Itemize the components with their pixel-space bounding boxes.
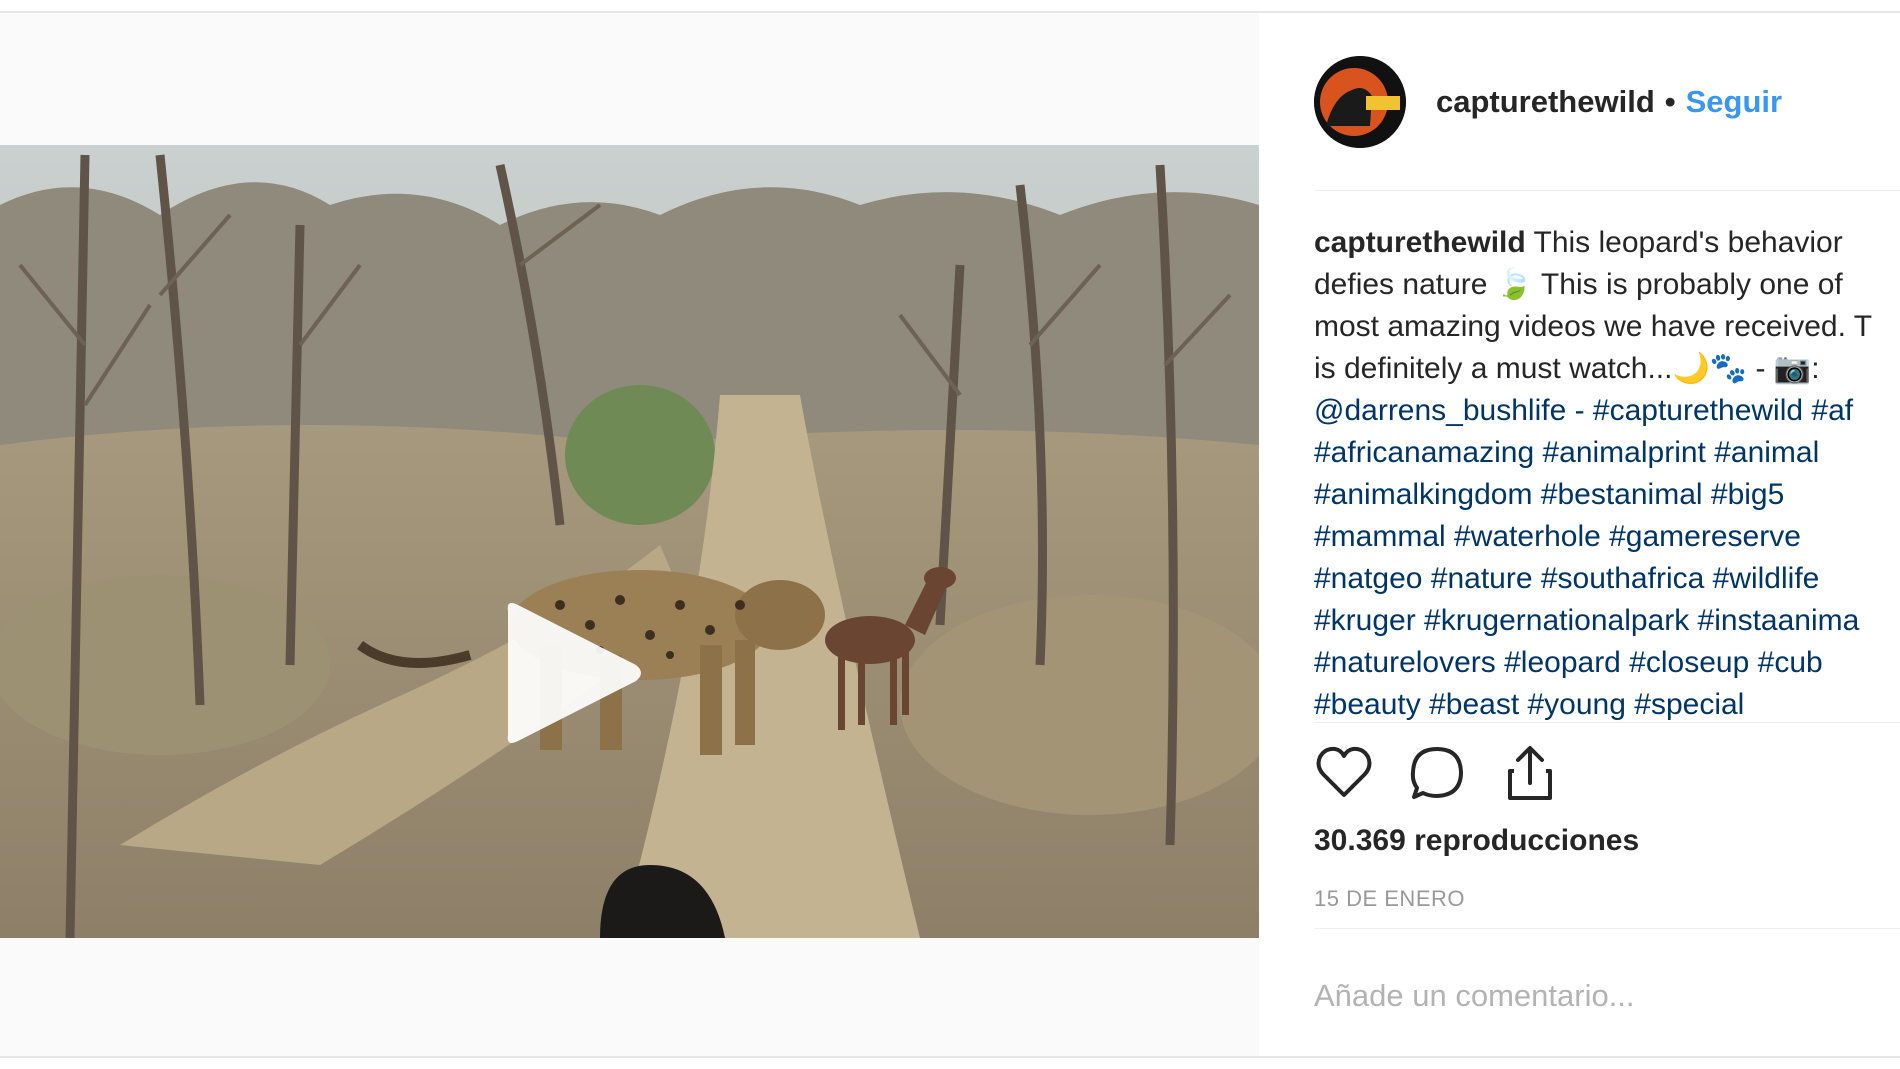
action-bar bbox=[1314, 742, 1593, 804]
share-icon[interactable] bbox=[1500, 743, 1560, 803]
header-dot-separator: • bbox=[1664, 84, 1676, 119]
video-player[interactable] bbox=[0, 145, 1259, 938]
avatar-image bbox=[1314, 56, 1406, 148]
caption-username-link[interactable]: capturethewild bbox=[1314, 226, 1526, 259]
post-date[interactable]: 15 DE ENERO bbox=[1314, 886, 1465, 912]
follow-button[interactable]: Seguir bbox=[1686, 84, 1782, 120]
caption-hashtag-line[interactable]: #natgeo #nature #southafrica #wildlife bbox=[1314, 558, 1900, 600]
comment-input[interactable] bbox=[1314, 968, 1900, 1024]
caption-hashtag-line[interactable]: @darrens_bushlife - #capturethewild #af bbox=[1314, 390, 1900, 432]
caption-line: most amazing videos we have received. T bbox=[1314, 310, 1873, 343]
caption-hashtag-line[interactable]: #mammal #waterhole #gamereserve bbox=[1314, 516, 1900, 558]
caption-text: This leopard's behavior bbox=[1525, 226, 1843, 259]
play-icon[interactable] bbox=[488, 593, 648, 753]
caption-line: defies nature 🍃 This is probably one of bbox=[1314, 268, 1843, 301]
media-panel bbox=[0, 13, 1259, 1056]
comment-bubble-icon[interactable] bbox=[1407, 743, 1467, 803]
header-divider bbox=[1314, 190, 1900, 191]
view-count: 30.369 reproducciones bbox=[1314, 824, 1640, 857]
heart-icon[interactable] bbox=[1314, 743, 1374, 803]
avatar[interactable] bbox=[1314, 56, 1406, 148]
post-header: capturethewild • Seguir bbox=[1314, 55, 1900, 149]
caption-hashtag-line[interactable]: #animalkingdom #bestanimal #big5 bbox=[1314, 474, 1900, 516]
comment-divider bbox=[1314, 928, 1900, 929]
post-caption: capturethewild This leopard's behavior d… bbox=[1314, 222, 1900, 724]
caption-line: capturethewild This leopard's behavior bbox=[1314, 222, 1900, 264]
caption-hashtag-line[interactable]: #kruger #krugernationalpark #instaanima bbox=[1314, 600, 1900, 642]
instagram-post-page: capturethewild • Seguir capturethewild T… bbox=[0, 0, 1900, 1069]
caption-divider bbox=[1314, 722, 1900, 723]
caption-hashtag-line[interactable]: #naturelovers #leopard #closeup #cub bbox=[1314, 642, 1900, 684]
caption-hashtag-line[interactable]: #beauty #beast #young #special bbox=[1314, 684, 1900, 724]
bottom-border bbox=[0, 1056, 1900, 1058]
video-frame bbox=[0, 145, 1259, 938]
caption-line: is definitely a must watch...🌙🐾 - 📷: bbox=[1314, 352, 1820, 385]
caption-hashtag-line[interactable]: #africanamazing #animalprint #animal bbox=[1314, 432, 1900, 474]
header-username-link[interactable]: capturethewild bbox=[1436, 84, 1655, 120]
